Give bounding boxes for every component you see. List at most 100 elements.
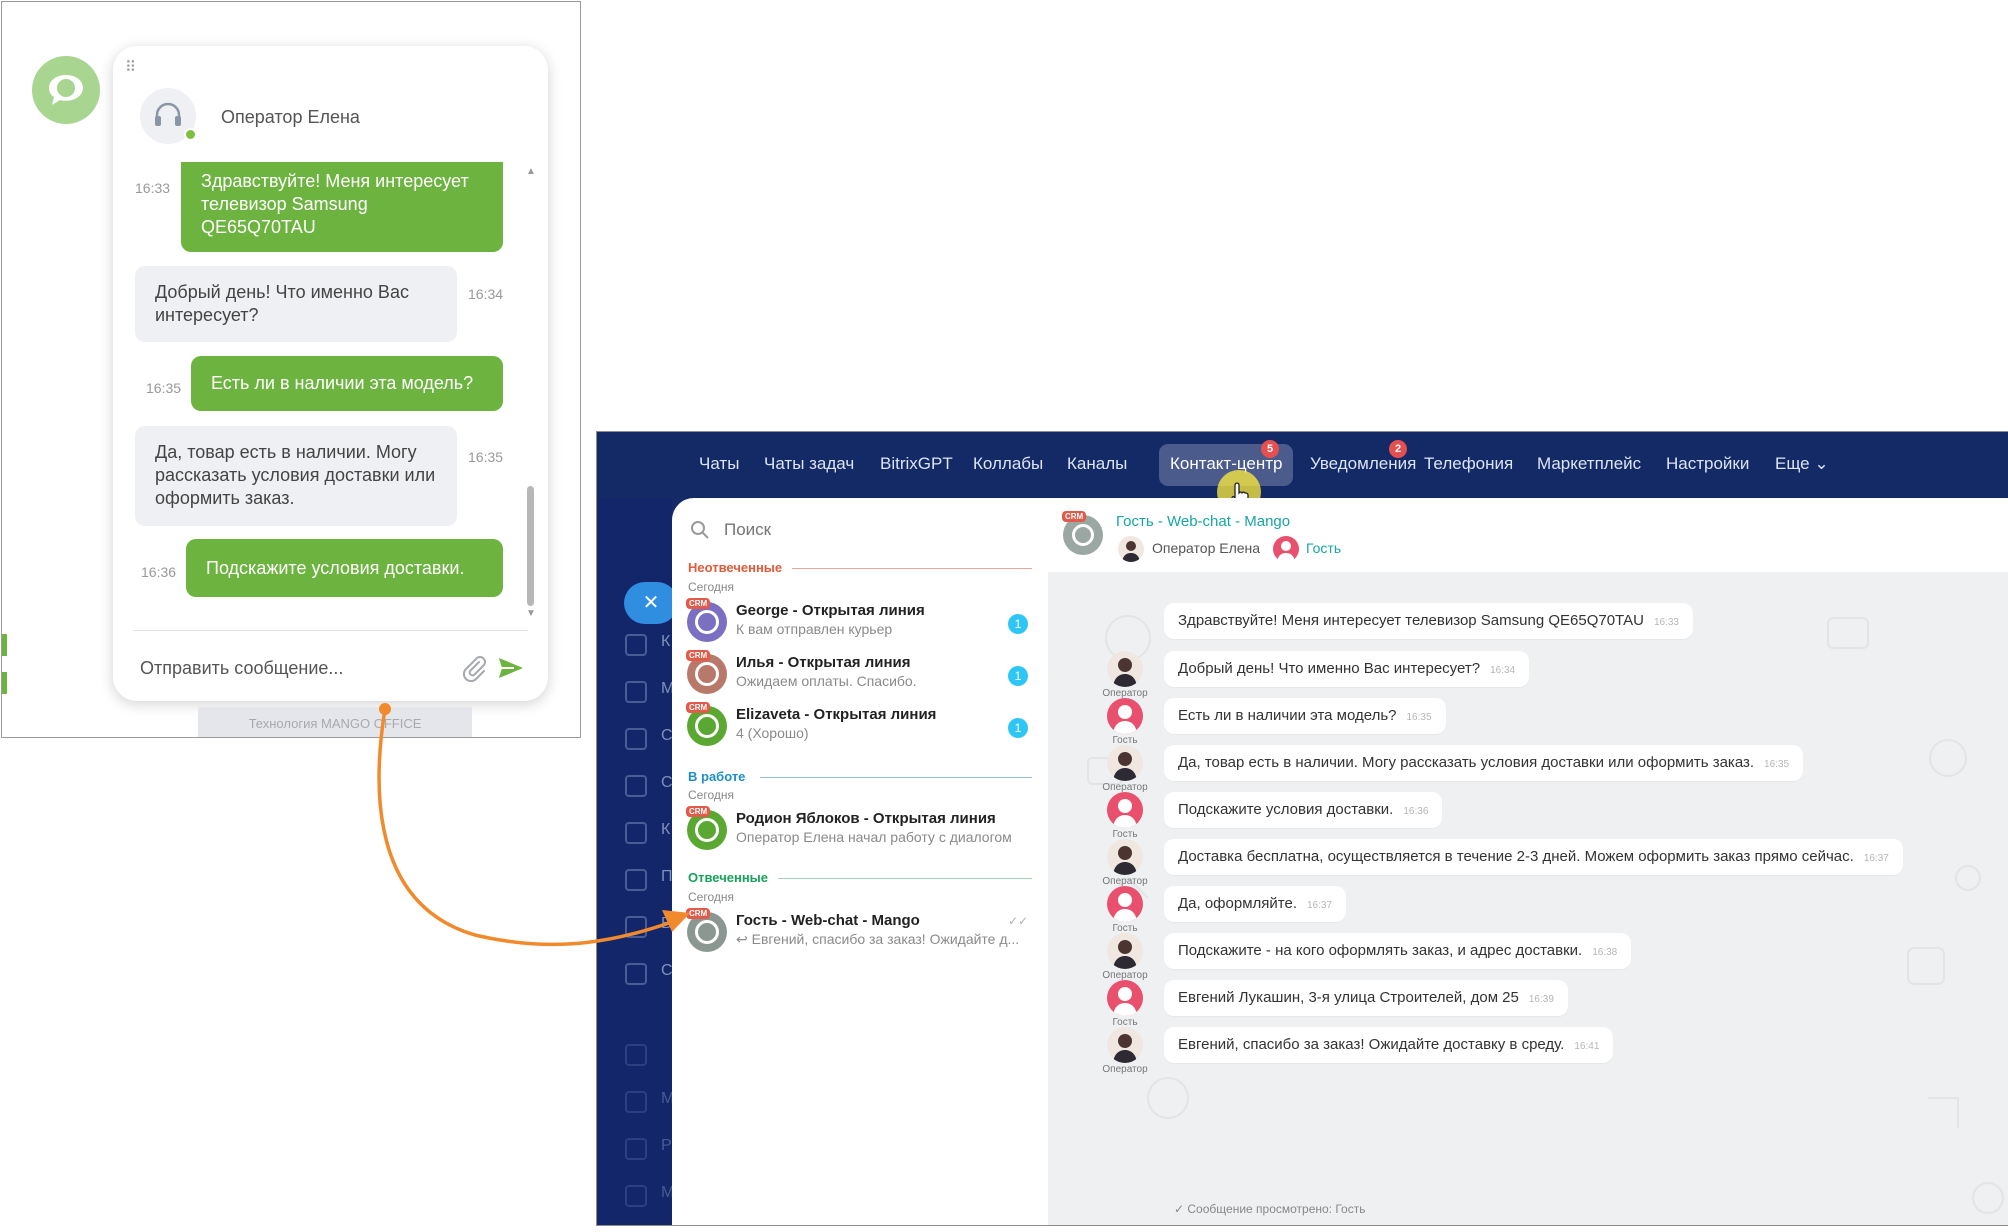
chat-message[interactable]: Евгений Лукашин, 3-я улица Строителей, д… — [1164, 980, 1568, 1016]
avatar-label: Оператор — [1102, 1064, 1148, 1075]
nav-channels[interactable]: Каналы — [1067, 454, 1127, 474]
chat-name: Илья - Открытая линия — [736, 654, 911, 671]
sidebar-icon[interactable] — [625, 963, 647, 985]
sidebar-icon[interactable] — [625, 916, 647, 938]
scroll-down-arrow-icon[interactable]: ▼ — [526, 608, 536, 619]
message-text: Да, товар есть в наличии. Могу рассказат… — [1178, 754, 1755, 771]
read-check-icon: ✓✓ — [1008, 914, 1029, 928]
sidebar-icon[interactable] — [625, 681, 647, 703]
chat-bubble-icon — [49, 75, 83, 105]
sidebar-icon[interactable] — [625, 728, 647, 750]
chat-message[interactable]: Подскажите условия доставки. 16:36 — [1164, 792, 1443, 828]
section-title-answered: Отвеченные — [688, 870, 769, 885]
chat-list-item[interactable]: CRM Илья - Открытая линия Ожидаем оплаты… — [672, 650, 1048, 698]
search-icon — [691, 521, 709, 539]
widget-launcher-avatar[interactable] — [32, 56, 100, 124]
message-time: 16:34 — [1490, 665, 1516, 676]
message-text: Есть ли в наличии эта модель? — [1178, 707, 1397, 724]
chat-title[interactable]: Гость - Web-chat - Mango — [1116, 513, 1290, 530]
guest-avatar[interactable] — [1273, 536, 1299, 562]
chat-name: Гость - Web-chat - Mango — [736, 912, 920, 929]
chat-message[interactable]: Евгений, спасибо за заказ! Ожидайте дост… — [1164, 1027, 1614, 1063]
message-incoming: Добрый день! Что именно Вас интересует? — [135, 266, 457, 342]
close-icon[interactable]: ✕ — [624, 582, 672, 624]
drag-handle-icon[interactable]: ⠿ — [125, 60, 136, 75]
sidebar-icon[interactable] — [625, 822, 647, 844]
message-text: Да, оформляйте. — [1178, 895, 1297, 912]
sidebar-icon[interactable] — [625, 1138, 647, 1160]
chat-message[interactable]: Есть ли в наличии эта модель? 16:35 — [1164, 698, 1446, 734]
chat-message[interactable]: Доставка бесплатна, осуществляется в теч… — [1164, 839, 1903, 875]
sidebar-icon[interactable] — [625, 1044, 647, 1066]
guest-avatar[interactable] — [1107, 980, 1143, 1016]
guest-avatar[interactable] — [1107, 698, 1143, 734]
input-divider — [133, 630, 528, 631]
send-icon[interactable] — [497, 656, 525, 680]
chat-message[interactable]: Да, оформляйте. 16:37 — [1164, 886, 1347, 922]
chat-guest-name[interactable]: Гость — [1306, 540, 1341, 556]
nav-more[interactable]: Еще ⌄ — [1775, 454, 1829, 474]
message-time: 16:37 — [1306, 900, 1333, 911]
sidebar-label: К — [661, 633, 671, 650]
nav-badge-contact-center: 5 — [1261, 440, 1279, 458]
sidebar-icon[interactable] — [625, 869, 647, 891]
nav-marketplace[interactable]: Маркетплейс — [1537, 454, 1641, 474]
nav-task-chats[interactable]: Чаты задач — [764, 454, 854, 474]
chat-message[interactable]: Да, товар есть в наличии. Могу рассказат… — [1164, 745, 1804, 781]
section-date: Сегодня — [688, 580, 734, 594]
message-time: 16:35 — [146, 380, 182, 396]
nav-collabs[interactable]: Коллабы — [973, 454, 1043, 474]
crm-tag: CRM — [686, 806, 711, 817]
message-time: 16:34 — [468, 286, 504, 302]
sidebar-label: М — [661, 680, 672, 698]
chat-name: Родион Яблоков - Открытая линия — [736, 810, 996, 827]
chat-dialog-area: CRM Гость - Web-chat - Mango Оператор Ел… — [1048, 498, 2008, 1225]
operator-avatar[interactable] — [1118, 536, 1144, 562]
sidebar-icon[interactable] — [625, 1091, 647, 1113]
nav-badge-notifications: 2 — [1389, 440, 1407, 458]
search-input[interactable] — [724, 520, 1004, 540]
chat-operator-name: Оператор Елена — [1152, 540, 1261, 556]
operator-avatar[interactable] — [1107, 839, 1143, 875]
message-text: Добрый день! Что именно Вас интересует? — [1178, 660, 1481, 677]
messenger-window: Чаты Чаты задач BitrixGPT Коллабы Каналы… — [596, 431, 2008, 1226]
message-time: 16:33 — [135, 180, 171, 196]
section-divider — [760, 777, 1032, 778]
message-time: 16:36 — [141, 564, 177, 580]
guest-avatar[interactable] — [1107, 792, 1143, 828]
chat-list-item[interactable]: CRM George - Открытая линия К вам отправ… — [672, 598, 1048, 646]
sidebar-label: В — [661, 915, 672, 932]
chat-list-item-active[interactable]: CRM Гость - Web-chat - Mango ↩ Евгений, … — [672, 908, 1048, 956]
paperclip-icon[interactable] — [460, 654, 488, 682]
chat-message[interactable]: Подскажите - на кого оформлять заказ, и … — [1164, 933, 1632, 969]
operator-avatar[interactable] — [1107, 745, 1143, 781]
scrollbar-thumb[interactable] — [527, 486, 534, 606]
scroll-up-arrow-icon[interactable]: ▲ — [526, 166, 536, 177]
message-input[interactable]: Отправить сообщение... — [140, 658, 343, 679]
message-text: Подскажите - на кого оформлять заказ, и … — [1178, 942, 1583, 959]
chat-list-item[interactable]: CRM Родион Яблоков - Открытая линия Опер… — [672, 806, 1048, 854]
nav-bitrixgpt[interactable]: BitrixGPT — [880, 454, 953, 474]
headset-icon — [155, 102, 181, 126]
operator-avatar[interactable] — [1107, 1027, 1143, 1063]
widget-message-list[interactable]: 16:33 Здравствуйте! Меня интересует теле… — [113, 162, 548, 622]
widget-footer: Технология MANGO OFFICE — [198, 707, 472, 737]
chat-message[interactable]: Добрый день! Что именно Вас интересует? 1… — [1164, 651, 1530, 687]
section-title-in-progress: В работе — [688, 769, 746, 784]
sidebar-label: С — [661, 727, 672, 744]
search-bar[interactable] — [690, 514, 1040, 546]
guest-avatar[interactable] — [1107, 886, 1143, 922]
message-text: Подскажите условия доставки. — [1178, 801, 1394, 818]
nav-settings[interactable]: Настройки — [1666, 454, 1749, 474]
sidebar-icon[interactable] — [625, 634, 647, 656]
nav-chats[interactable]: Чаты — [699, 454, 739, 474]
nav-telephony[interactable]: Телефония — [1424, 454, 1513, 474]
sidebar-label: С — [661, 962, 672, 979]
sidebar-icon[interactable] — [625, 775, 647, 797]
operator-avatar[interactable] — [1107, 933, 1143, 969]
sidebar-icon[interactable] — [625, 1185, 647, 1207]
chat-message[interactable]: Здравствуйте! Меня интересует телевизор … — [1164, 603, 1693, 639]
message-time: 16:39 — [1528, 994, 1554, 1005]
chat-list-item[interactable]: CRM Elizaveta - Открытая линия 4 (Хорошо… — [672, 702, 1048, 750]
operator-avatar[interactable] — [1107, 651, 1143, 687]
